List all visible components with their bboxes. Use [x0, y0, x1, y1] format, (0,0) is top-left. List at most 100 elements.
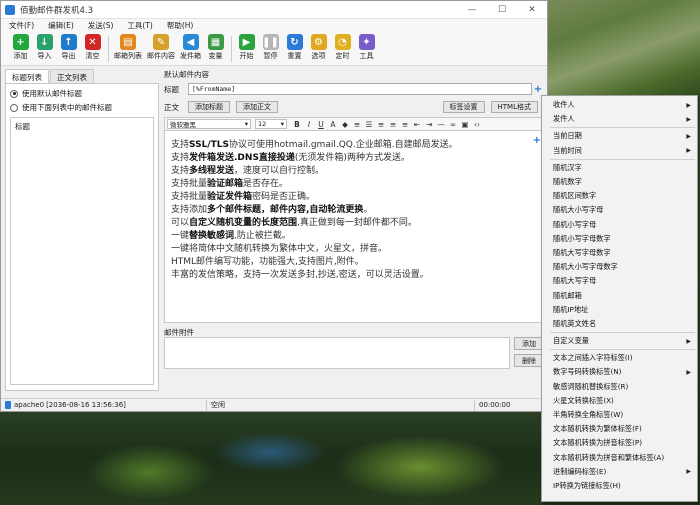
menu-edit[interactable]: 编辑(E)	[48, 20, 74, 31]
context-menu-item[interactable]: 数字号码转换标签(N) ▶	[542, 365, 697, 379]
context-menu-item[interactable]: 半角转换全角标签(W)	[542, 408, 697, 422]
tag-settings-button[interactable]: 标签设置	[442, 101, 485, 113]
link-icon[interactable]: ∞	[447, 120, 459, 129]
context-menu-label: 当前日期	[553, 131, 582, 141]
attach-add-button[interactable]: 添加	[514, 337, 544, 350]
context-menu-item[interactable]: 随机大小写字母	[542, 203, 697, 217]
underline-icon[interactable]: U	[315, 120, 327, 129]
align-center-icon[interactable]: ≡	[387, 120, 399, 129]
menu-file[interactable]: 文件(F)	[9, 20, 34, 31]
context-menu-item[interactable]: 文本随机转换为拼音和繁体标签(A)	[542, 451, 697, 465]
toolbar-button-import[interactable]: ↓ 导入	[35, 34, 54, 61]
export-icon: ↑	[60, 34, 77, 50]
outdent-icon[interactable]: ⇤	[411, 120, 423, 129]
toolbar-button-start[interactable]: ▶ 开始	[237, 34, 256, 61]
context-menu-item[interactable]: 当前时间 ▶	[542, 144, 697, 158]
indent-icon[interactable]: ⇥	[423, 120, 435, 129]
context-menu-item[interactable]: 随机小写字母	[542, 218, 697, 232]
bullet-list-icon[interactable]: ≡	[351, 120, 363, 129]
radio-default-subject[interactable]: 使用默认邮件标题	[10, 88, 154, 99]
submenu-arrow-icon: ▶	[686, 115, 691, 123]
context-menu-label: 随机大小写字母	[553, 205, 604, 215]
numbered-list-icon[interactable]: ☰	[363, 120, 375, 129]
add-subject-button[interactable]: 添加标题	[188, 101, 230, 113]
maximize-button[interactable]: ☐	[487, 1, 517, 19]
context-menu-item[interactable]: 文本随机转换为繁体标签(F)	[542, 422, 697, 436]
toolbar-button-tools[interactable]: ✦ 工具	[357, 34, 376, 61]
minimize-button[interactable]: —	[457, 1, 487, 19]
context-menu-item[interactable]: 随机汉字	[542, 161, 697, 175]
context-menu-item[interactable]: 随机邮箱	[542, 288, 697, 302]
tab-title-list[interactable]: 标题列表	[5, 69, 49, 83]
context-menu-item[interactable]: 自定义变量 ▶	[542, 334, 697, 348]
insert-tag-icon[interactable]: +	[533, 135, 541, 146]
context-menu-item[interactable]: 当前日期 ▶	[542, 129, 697, 143]
radio-button[interactable]	[10, 89, 18, 98]
toolbar-button-mailbox-list[interactable]: ▤ 邮箱列表	[114, 34, 142, 61]
radio-list-subject[interactable]: 使用下面列表中的邮件标题	[10, 102, 154, 113]
context-menu-label: 当前时间	[553, 145, 582, 155]
context-menu-item[interactable]: 随机小写字母数字	[542, 232, 697, 246]
body-editor[interactable]: + 支持SSL/TLS协议可使用hotmail.gmail.QQ.企业邮箱.自建…	[164, 131, 544, 323]
tools-icon: ✦	[358, 34, 375, 50]
toolbar-button-pause[interactable]: ❚❚ 暂停	[261, 34, 280, 61]
align-left-icon[interactable]: ≡	[375, 120, 387, 129]
bold-icon[interactable]: B	[291, 120, 303, 129]
context-menu-item[interactable]: 进制编码标签(E) ▶	[542, 465, 697, 479]
context-menu-item[interactable]: 敏感词随机替换标签(R)	[542, 380, 697, 394]
menu-tools[interactable]: 工具(T)	[127, 20, 152, 31]
radio-button[interactable]	[10, 103, 18, 112]
add-body-button[interactable]: 添加正文	[236, 101, 278, 113]
context-menu-item[interactable]: 文本之间插入字符标签(I)	[542, 351, 697, 365]
toolbar-button-export[interactable]: ↑ 导出	[59, 34, 78, 61]
context-menu-item[interactable]: 文本随机转换为拼音标签(P)	[542, 436, 697, 450]
context-menu-item[interactable]: 随机区间数字	[542, 189, 697, 203]
attachment-list[interactable]	[164, 337, 510, 369]
toolbar-separator	[108, 36, 109, 62]
context-menu-item[interactable]: 随机数字	[542, 175, 697, 189]
subject-input[interactable]: [%FromName]	[188, 83, 532, 95]
context-menu-item[interactable]: 随机大写字母数字	[542, 246, 697, 260]
toolbar-button-label: 重置	[287, 52, 302, 60]
align-right-icon[interactable]: ≡	[399, 120, 411, 129]
tab-body-list[interactable]: 正文列表	[50, 69, 94, 83]
body-text: 支持	[171, 153, 190, 163]
close-button[interactable]: ✕	[517, 1, 547, 19]
context-menu-item[interactable]: 随机IP地址	[542, 303, 697, 317]
toolbar-button-add[interactable]: + 添加	[11, 34, 30, 61]
context-menu-label: 文本随机转换为繁体标签(F)	[553, 424, 642, 434]
toolbar-button-reset[interactable]: ↻ 重置	[285, 34, 304, 61]
horizontal-rule-icon[interactable]: —	[435, 120, 447, 129]
attach-delete-button[interactable]: 删除	[514, 354, 544, 367]
toolbar-button-clear[interactable]: ✕ 清空	[83, 34, 102, 61]
context-menu-label: 随机IP地址	[553, 304, 589, 314]
toolbar-button-options[interactable]: ⚙ 选项	[309, 34, 328, 61]
menu-help[interactable]: 帮助(H)	[167, 20, 194, 31]
html-format-button[interactable]: HTML格式	[490, 101, 538, 113]
context-menu-item[interactable]: 发件人 ▶	[542, 112, 697, 126]
context-menu-item[interactable]: 随机英文姓名	[542, 317, 697, 331]
menu-send[interactable]: 发送(S)	[88, 20, 114, 31]
context-menu-item[interactable]: 随机大小写字母数字	[542, 260, 697, 274]
italic-icon[interactable]: I	[303, 120, 315, 129]
body-text-line: 支持批量验证邮箱是否存在。	[171, 178, 543, 191]
font-color-icon[interactable]: A	[327, 120, 339, 129]
toolbar-button-variable[interactable]: ▦ 变量	[206, 34, 225, 61]
source-code-icon[interactable]: ‹›	[471, 120, 483, 129]
context-menu-label: 半角转换全角标签(W)	[553, 410, 624, 420]
insert-tag-icon[interactable]: +	[532, 84, 544, 95]
toolbar-button-timer[interactable]: ◔ 定时	[333, 34, 352, 61]
font-family-select[interactable]: 微软雅黑 ▾	[167, 119, 251, 129]
context-menu-item[interactable]: 收件人 ▶	[542, 98, 697, 112]
font-size-select[interactable]: 12 ▾	[255, 119, 287, 129]
context-menu-label: 文本之间插入字符标签(I)	[553, 353, 633, 363]
toolbar-button-mail-content[interactable]: ✎ 邮件内容	[147, 34, 175, 61]
image-icon[interactable]: ▣	[459, 120, 471, 129]
context-menu-item[interactable]: IP转换为链接标签(H)	[542, 479, 697, 493]
highlight-icon[interactable]: ◆	[339, 120, 351, 129]
body-text-line: 支持添加多个邮件标题，邮件内容,自动轮流更换。	[171, 204, 543, 217]
subject-list[interactable]: 标题	[10, 117, 154, 385]
context-menu-item[interactable]: 火星文转换标签(X)	[542, 394, 697, 408]
context-menu-item[interactable]: 随机大写字母	[542, 274, 697, 288]
toolbar-button-outbox[interactable]: ◀ 发件箱	[180, 34, 201, 61]
